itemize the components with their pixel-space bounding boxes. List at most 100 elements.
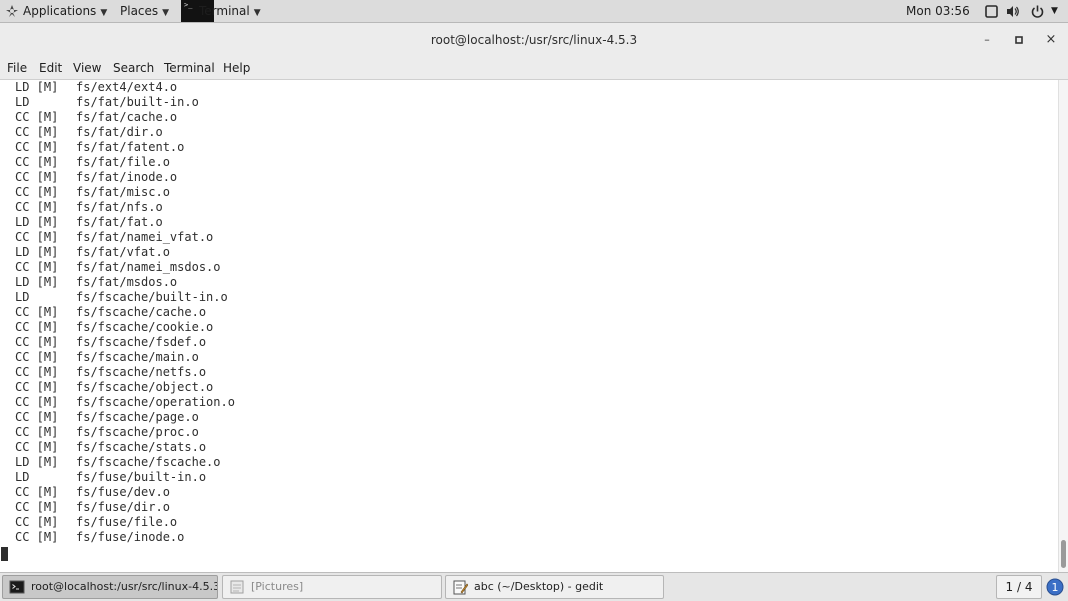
build-step: CC [M] xyxy=(15,410,59,424)
window-titlebar[interactable]: root@localhost:/usr/src/linux-4.5.3 – × xyxy=(0,23,1068,57)
terminal-line: CC [M] fs/fuse/file.o xyxy=(15,515,235,530)
build-step: LD [M] xyxy=(15,80,59,94)
build-step: CC [M] xyxy=(15,155,59,169)
build-step: CC [M] xyxy=(15,425,59,439)
build-step: CC [M] xyxy=(15,365,59,379)
close-button[interactable]: × xyxy=(1042,31,1060,49)
task-terminal[interactable]: root@localhost:/usr/src/linux-4.5.3 xyxy=(2,575,218,599)
object-path: fs/fuse/dev.o xyxy=(76,485,170,499)
object-path: fs/fat/msdos.o xyxy=(76,275,178,289)
terminal-line: CC [M] fs/fscache/netfs.o xyxy=(15,365,235,380)
places-label: Places xyxy=(120,4,159,18)
build-step: LD [M] xyxy=(15,275,59,289)
screen-icon[interactable] xyxy=(984,4,999,19)
terminal-icon xyxy=(9,580,25,594)
object-path: fs/fscache/object.o xyxy=(76,380,214,394)
object-path: fs/fscache/operation.o xyxy=(76,395,235,409)
build-step: LD [M] xyxy=(15,245,59,259)
object-path: fs/ext4/ext4.o xyxy=(76,80,178,94)
terminal-line: CC [M] fs/fscache/cache.o xyxy=(15,305,235,320)
build-step: CC [M] xyxy=(15,320,59,334)
build-step: CC [M] xyxy=(15,260,59,274)
applications-menu[interactable]: Applications ▼ xyxy=(5,0,107,23)
minimize-button[interactable]: – xyxy=(978,31,996,49)
terminal-line: CC [M] fs/fscache/main.o xyxy=(15,350,235,365)
build-step: LD xyxy=(15,290,30,304)
terminal-line: LD fs/fscache/built-in.o xyxy=(15,290,235,305)
terminal-line: CC [M] fs/fscache/page.o xyxy=(15,410,235,425)
object-path: fs/fat/fat.o xyxy=(76,215,163,229)
build-step: CC [M] xyxy=(15,125,59,139)
menu-terminal[interactable]: Terminal xyxy=(164,57,215,80)
object-path: fs/fscache/cookie.o xyxy=(76,320,214,334)
object-path: fs/fscache/main.o xyxy=(76,350,199,364)
build-step: CC [M] xyxy=(15,230,59,244)
object-path: fs/fat/cache.o xyxy=(76,110,178,124)
menu-search[interactable]: Search xyxy=(113,57,154,80)
workspace-switcher[interactable]: 1 / 4 xyxy=(996,575,1042,599)
terminal-line: CC [M] fs/fat/cache.o xyxy=(15,110,235,125)
notification-icon[interactable]: 1 xyxy=(1046,578,1064,596)
text-editor-icon xyxy=(453,580,468,595)
notification-count: 1 xyxy=(1052,581,1059,594)
terminal-line: CC [M] fs/fat/namei_vfat.o xyxy=(15,230,235,245)
build-step: LD xyxy=(15,470,30,484)
terminal-scrollbar[interactable] xyxy=(1058,80,1068,572)
build-step: LD [M] xyxy=(15,455,59,469)
build-step: LD [M] xyxy=(15,215,59,229)
build-step: CC [M] xyxy=(15,305,59,319)
task-gedit[interactable]: abc (~/Desktop) - gedit xyxy=(445,575,664,599)
menu-help[interactable]: Help xyxy=(223,57,250,80)
volume-icon[interactable] xyxy=(1005,4,1020,19)
build-step: CC [M] xyxy=(15,110,59,124)
scrollbar-thumb[interactable] xyxy=(1061,540,1066,568)
terminal-line: LD [M] fs/fscache/fscache.o xyxy=(15,455,235,470)
chevron-down-icon: ▼ xyxy=(253,8,261,18)
object-path: fs/fat/fatent.o xyxy=(76,140,185,154)
menubar: File Edit View Search Terminal Help xyxy=(0,57,1068,80)
terminal-line: CC [M] fs/fat/misc.o xyxy=(15,185,235,200)
terminal-line: CC [M] fs/fat/file.o xyxy=(15,155,235,170)
menu-edit[interactable]: Edit xyxy=(39,57,62,80)
folder-icon xyxy=(230,580,244,594)
build-step: CC [M] xyxy=(15,380,59,394)
task-pictures[interactable]: [Pictures] xyxy=(222,575,442,599)
object-path: fs/fat/misc.o xyxy=(76,185,170,199)
terminal-line: CC [M] fs/fuse/dev.o xyxy=(15,485,235,500)
object-path: fs/fscache/fsdef.o xyxy=(76,335,207,349)
object-path: fs/fuse/inode.o xyxy=(76,530,185,544)
text-cursor xyxy=(1,547,8,561)
object-path: fs/fat/namei_msdos.o xyxy=(76,260,221,274)
task-label: [Pictures] xyxy=(251,580,304,593)
menu-file[interactable]: File xyxy=(7,57,27,80)
object-path: fs/fscache/cache.o xyxy=(76,305,207,319)
chevron-down-icon[interactable]: ▼ xyxy=(1051,0,1061,16)
build-step: CC [M] xyxy=(15,440,59,454)
object-path: fs/fat/dir.o xyxy=(76,125,163,139)
applications-label: Applications xyxy=(23,4,97,18)
places-menu[interactable]: Places ▼ xyxy=(120,0,169,23)
terminal-line: CC [M] fs/fscache/proc.o xyxy=(15,425,235,440)
maximize-button[interactable] xyxy=(1010,31,1028,49)
chevron-down-icon: ▼ xyxy=(100,8,108,18)
terminal-line: CC [M] fs/fscache/fsdef.o xyxy=(15,335,235,350)
desktop-screen: Applications ▼ Places ▼ >_ Terminal ▼ Mon 0… xyxy=(0,0,1068,601)
build-step: CC [M] xyxy=(15,395,59,409)
build-step: CC [M] xyxy=(15,485,59,499)
build-step: CC [M] xyxy=(15,200,59,214)
chevron-down-icon: ▼ xyxy=(162,8,170,18)
object-path: fs/fuse/file.o xyxy=(76,515,178,529)
applications-icon xyxy=(6,5,18,17)
window-title: root@localhost:/usr/src/linux-4.5.3 xyxy=(430,33,638,47)
build-step: CC [M] xyxy=(15,140,59,154)
clock[interactable]: Mon 03:56 xyxy=(906,0,970,23)
object-path: fs/fscache/built-in.o xyxy=(76,290,228,304)
build-step: CC [M] xyxy=(15,500,59,514)
terminal-line: LD [M] fs/ext4/ext4.o xyxy=(15,80,235,95)
terminal-lines: LD [M] fs/ext4/ext4.o LD fs/fat/built-in.o C… xyxy=(15,80,235,545)
power-icon[interactable] xyxy=(1030,4,1045,19)
terminal-output[interactable]: LD [M] fs/ext4/ext4.o LD fs/fat/built-in.o C… xyxy=(0,80,1058,572)
menu-view[interactable]: View xyxy=(73,57,101,80)
terminal-line: CC [M] fs/fscache/operation.o xyxy=(15,395,235,410)
task-label: root@localhost:/usr/src/linux-4.5.3 xyxy=(31,580,218,593)
